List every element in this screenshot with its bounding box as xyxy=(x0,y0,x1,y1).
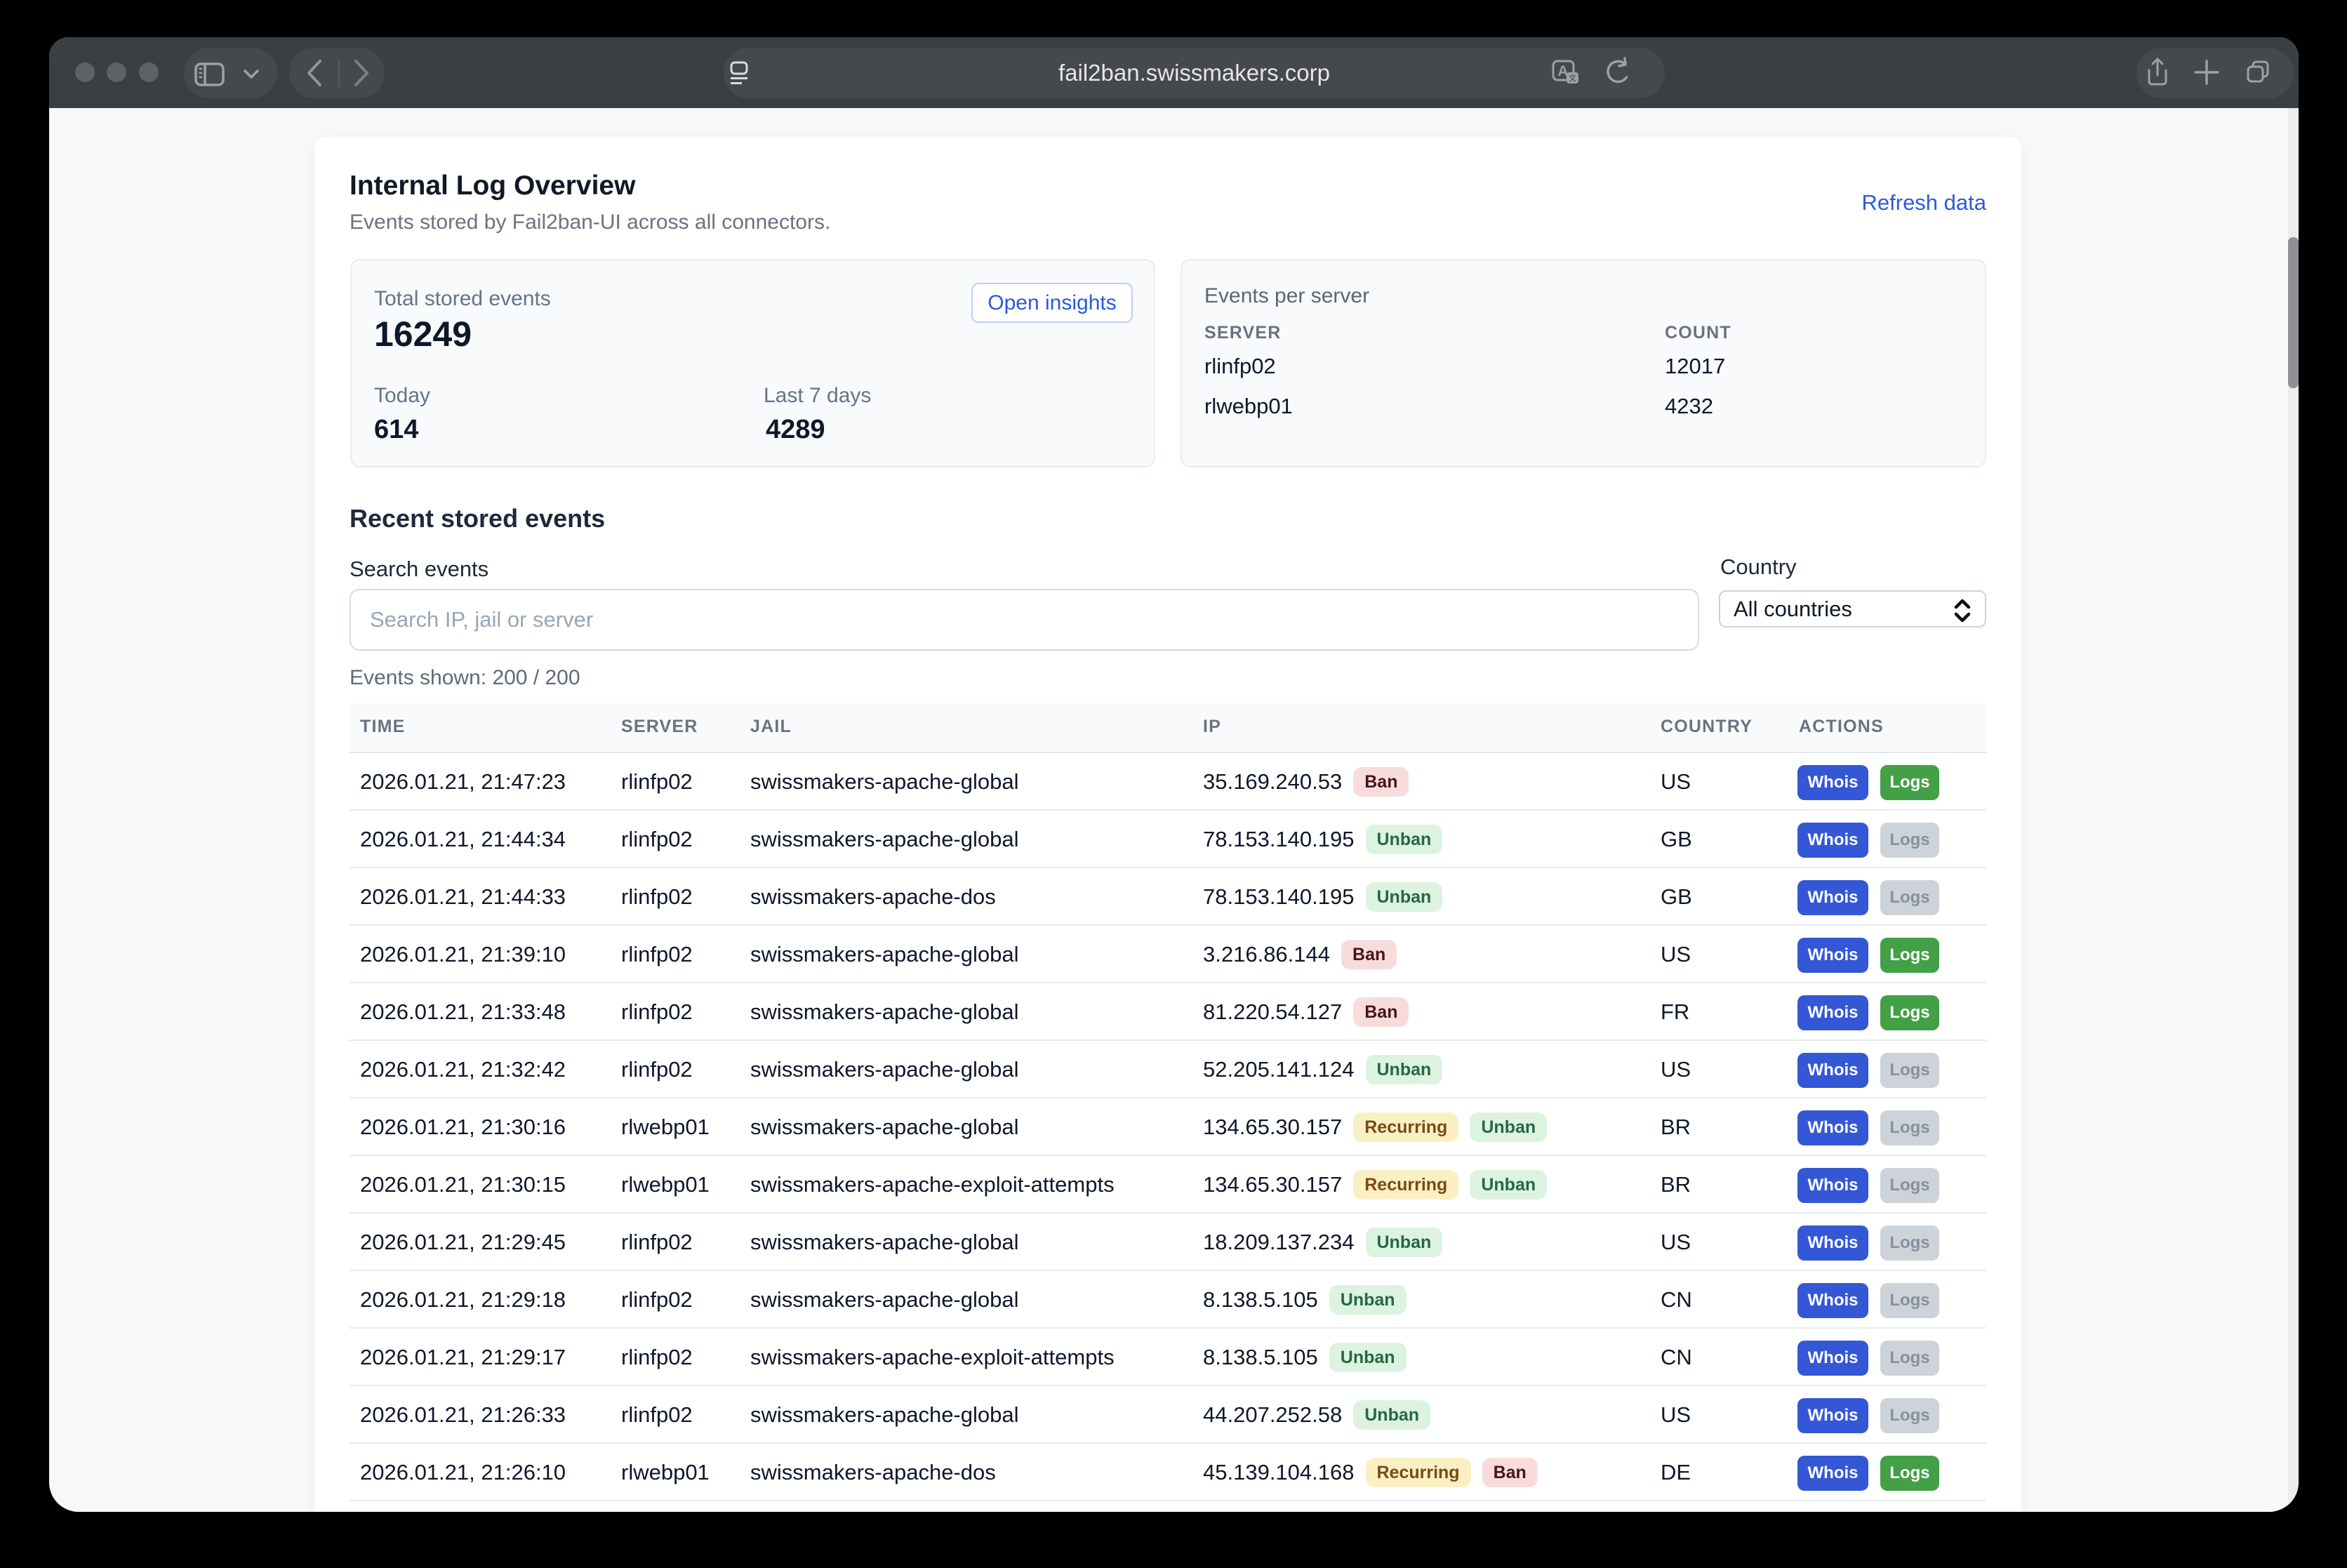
svg-text:文: 文 xyxy=(1569,73,1576,83)
